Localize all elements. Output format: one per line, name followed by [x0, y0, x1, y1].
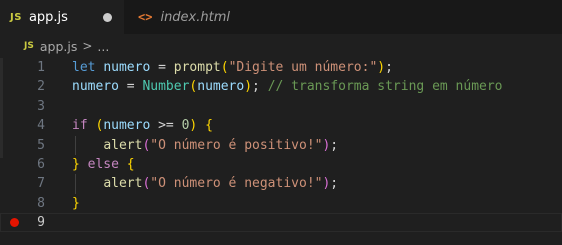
- code-text: numero = Number(numero); // transforma s…: [72, 77, 503, 96]
- indent-guide: [75, 174, 76, 194]
- javascript-file-icon: JS: [10, 11, 22, 23]
- line-number: 1: [37, 60, 45, 75]
- code-token: =: [150, 60, 174, 75]
- code-text: alert("O número é negativo!");: [72, 174, 338, 193]
- code-editor[interactable]: 1 let numero = prompt("Digite um número:"…: [0, 58, 562, 245]
- unsaved-changes-dot-icon[interactable]: [103, 12, 112, 22]
- code-line[interactable]: 6} else {: [0, 155, 562, 174]
- code-token: numero: [103, 118, 151, 134]
- line-number: 7: [37, 176, 45, 192]
- code-token: (: [220, 60, 229, 75]
- line-number: 9: [37, 215, 45, 231]
- code-token: let: [72, 60, 96, 75]
- breadcrumb-file[interactable]: app.js: [40, 39, 78, 54]
- code-token: ;: [330, 176, 339, 192]
- breadcrumb-more[interactable]: ...: [97, 39, 109, 54]
- tab-bar: JS app.js <> index.html: [0, 0, 562, 34]
- code-token: // transforma string em número: [267, 79, 503, 95]
- code-token: numero: [103, 60, 151, 75]
- code-token: ;: [385, 60, 393, 75]
- code-line[interactable]: 5 alert("O número é positivo!");: [0, 136, 562, 155]
- line-number: 8: [37, 195, 45, 211]
- code-line[interactable]: 8}: [0, 194, 562, 213]
- code-token: {: [126, 157, 135, 172]
- line-number: 4: [37, 118, 45, 134]
- code-token: }: [72, 157, 80, 172]
- html-file-icon: <>: [138, 10, 153, 24]
- code-token: ): [377, 60, 386, 75]
- tab-app-js[interactable]: JS app.js: [0, 0, 124, 34]
- indent-guide: [75, 135, 76, 155]
- code-token: ;: [252, 79, 268, 95]
- code-token: numero: [72, 79, 119, 95]
- code-token: else: [87, 157, 119, 172]
- breadcrumb: JS app.js > ...: [0, 34, 562, 58]
- code-token: {: [205, 118, 213, 134]
- code-token: }: [72, 195, 80, 211]
- tab-label: index.html: [160, 9, 230, 25]
- code-token: >=: [150, 118, 182, 134]
- code-line[interactable]: 3: [0, 97, 562, 116]
- tab-label: app.js: [28, 9, 68, 25]
- code-line[interactable]: 4 if (numero >= 0) {: [0, 116, 562, 135]
- line-number: 3: [37, 98, 45, 114]
- code-text: }: [72, 194, 80, 213]
- code-text: } else {: [72, 155, 135, 174]
- code-token: "O número é positivo!": [150, 137, 323, 153]
- code-token: ;: [330, 137, 339, 153]
- code-token: "Digite um número:": [228, 60, 378, 75]
- code-token: if: [72, 118, 88, 134]
- chevron-right-icon: >: [82, 39, 93, 53]
- code-line[interactable]: 2 numero = Number(numero); // transforma …: [0, 77, 562, 96]
- tab-index-html[interactable]: <> index.html: [124, 0, 254, 34]
- code-line[interactable]: 7 alert("O número é negativo!");: [0, 174, 562, 193]
- code-text: if (numero >= 0) {: [72, 116, 213, 135]
- code-line[interactable]: 1 let numero = prompt("Digite um número:"…: [0, 58, 562, 77]
- code-token: alert: [103, 137, 143, 153]
- line-number: 6: [37, 157, 45, 172]
- code-token: =: [118, 79, 143, 95]
- code-token: numero: [197, 79, 245, 95]
- code-token: Number: [142, 79, 190, 95]
- code-token: ): [244, 79, 253, 95]
- code-token: "O número é negativo!": [150, 176, 323, 192]
- javascript-file-icon: JS: [24, 41, 34, 51]
- code-line[interactable]: 9: [0, 213, 562, 233]
- line-number: 5: [37, 137, 45, 153]
- code-text: let numero = prompt("Digite um número:")…: [72, 58, 393, 77]
- code-text: alert("O número é positivo!");: [72, 136, 338, 155]
- code-token: alert: [103, 176, 143, 192]
- line-number: 2: [37, 79, 45, 95]
- code-token: prompt: [173, 60, 221, 75]
